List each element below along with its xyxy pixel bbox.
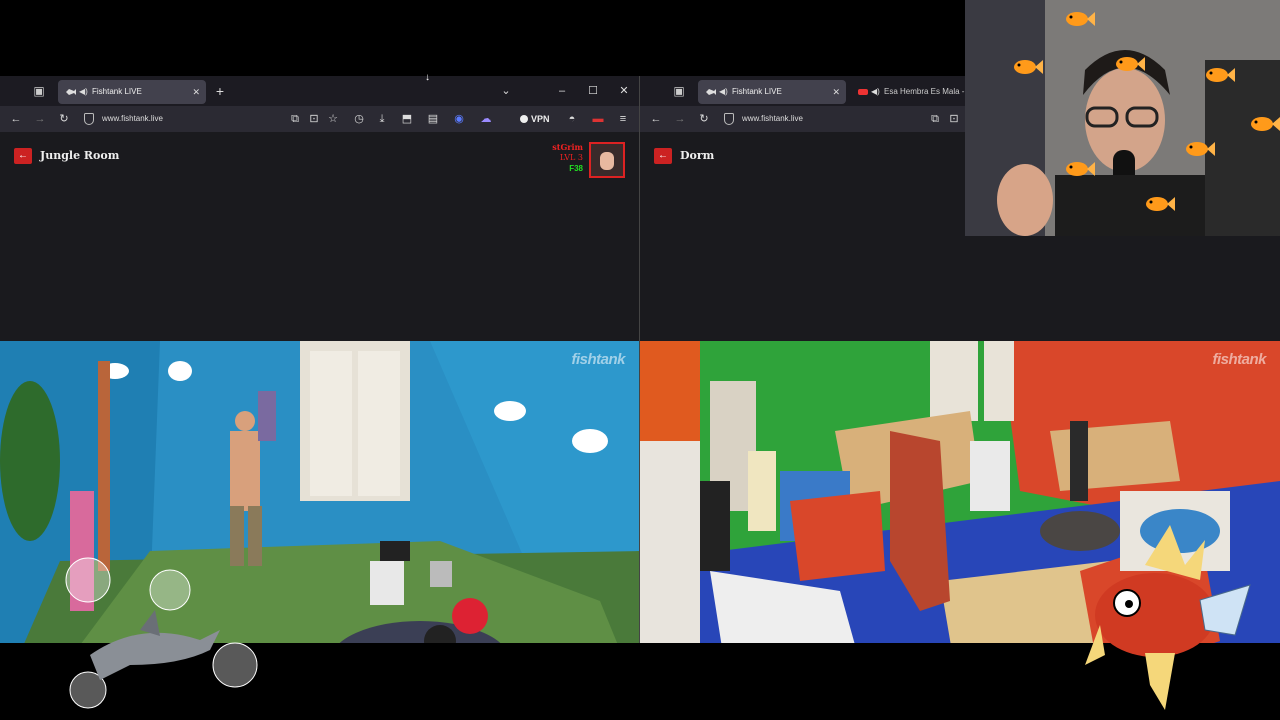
save-page-icon[interactable]: ⊡: [945, 110, 963, 128]
tab-list-icon[interactable]: ▣: [30, 82, 48, 100]
tab-title: Fishtank LIVE: [92, 87, 142, 96]
tab-bar: ▣ ◀) Fishtank LIVE ✕ + ⌄ – ☐ ✕: [0, 76, 639, 106]
jungle-room-camera-feed: [0, 341, 639, 643]
webcam-feed: [965, 0, 1280, 236]
fishtank-favicon-icon: [706, 89, 716, 95]
adblock-extension-icon[interactable]: ▤: [424, 110, 442, 128]
history-icon[interactable]: ◷: [350, 110, 368, 128]
close-tab-icon[interactable]: ✕: [192, 80, 200, 104]
streamer-webcam-overlay: [965, 0, 1280, 236]
tab-fishtank-live[interactable]: ◀) Fishtank LIVE ✕: [698, 80, 846, 104]
fishtank-watermark: fishtank: [1212, 351, 1266, 368]
bookmark-star-icon[interactable]: ☆: [324, 110, 342, 128]
tab-youtube[interactable]: ◀) Esa Hembra Es Mala - YouT: [850, 80, 970, 120]
close-window-icon[interactable]: ✕: [616, 82, 632, 100]
ublock-extension-icon[interactable]: ▬: [589, 110, 607, 128]
tab-list-icon[interactable]: ▣: [670, 82, 688, 100]
user-level: LVL 3: [559, 153, 583, 162]
dorm-camera-feed: [640, 341, 1280, 643]
url-text: www.fishtank.live: [742, 114, 803, 123]
speaker-icon[interactable]: ◀): [79, 80, 88, 104]
profile-extension-icon[interactable]: ◓: [563, 110, 581, 128]
screen: ▣ ◀) Fishtank LIVE ✕ + ⌄ – ☐ ✕ ← → ↻ www…: [0, 0, 1280, 720]
goldfish-icon: [1116, 57, 1145, 71]
url-text: www.fishtank.live: [102, 114, 163, 123]
avatar[interactable]: [589, 142, 625, 178]
cloud-extension-icon[interactable]: ☁: [477, 110, 495, 128]
username: stGrim: [552, 142, 583, 152]
browser-window-left: ▣ ◀) Fishtank LIVE ✕ + ⌄ – ☐ ✕ ← → ↻ www…: [0, 76, 640, 643]
goldfish-icon: [1066, 162, 1095, 176]
back-icon[interactable]: ←: [7, 110, 25, 128]
downloads-icon[interactable]: ⤓: [373, 110, 391, 128]
forward-icon[interactable]: →: [671, 110, 689, 128]
tab-fishtank-live[interactable]: ◀) Fishtank LIVE ✕: [58, 80, 206, 104]
record-extension-icon[interactable]: ◉: [450, 110, 468, 128]
speaker-icon[interactable]: ◀): [871, 80, 880, 104]
goldfish-icon: [1066, 12, 1095, 26]
extensions-icon[interactable]: ⬒: [398, 110, 416, 128]
fishtank-watermark: fishtank: [571, 351, 625, 368]
mouse-cursor-icon: ↓: [425, 72, 430, 83]
forward-icon[interactable]: →: [31, 110, 49, 128]
list-all-tabs-icon[interactable]: ⌄: [498, 82, 514, 100]
reload-icon[interactable]: ↻: [55, 110, 73, 128]
close-tab-icon[interactable]: ✕: [832, 80, 840, 104]
room-title: Dorm: [680, 149, 715, 162]
fishtank-page: ← Jungle Room stGrim LVL 3 F38 fishtank: [0, 132, 639, 643]
tracking-shield-icon[interactable]: [724, 113, 734, 125]
url-bar[interactable]: www.fishtank.live: [80, 109, 163, 129]
vpn-status-icon: [520, 115, 528, 123]
room-back-button[interactable]: ←: [14, 148, 32, 164]
speaker-icon[interactable]: ◀): [719, 80, 728, 104]
room-title: Jungle Room: [40, 149, 120, 162]
back-icon[interactable]: ←: [647, 110, 665, 128]
save-page-icon[interactable]: ⊡: [305, 110, 323, 128]
minimize-icon[interactable]: –: [554, 82, 570, 100]
vpn-button[interactable]: VPN: [520, 110, 550, 128]
live-video-jungle-room[interactable]: fishtank: [0, 341, 639, 643]
room-back-button[interactable]: ←: [654, 148, 672, 164]
youtube-favicon-icon: [858, 89, 868, 95]
user-badge[interactable]: stGrim LVL 3 F38: [543, 142, 625, 180]
tracking-shield-icon[interactable]: [84, 113, 94, 125]
hamburger-menu-icon[interactable]: ≡: [614, 110, 632, 128]
maximize-icon[interactable]: ☐: [585, 82, 601, 100]
fishtank-favicon-icon: [66, 89, 76, 95]
fish-count: F38: [569, 164, 583, 173]
goldfish-icon: [1146, 197, 1175, 211]
picture-in-picture-icon[interactable]: ⧉: [926, 110, 944, 128]
goldfish-icon: [1251, 117, 1280, 131]
goldfish-icon: [1186, 142, 1215, 156]
goldfish-icon: [1206, 68, 1235, 82]
tab-title: Fishtank LIVE: [732, 87, 782, 96]
url-bar[interactable]: www.fishtank.live: [720, 109, 803, 129]
goldfish-icon: [1014, 60, 1043, 74]
vpn-label: VPN: [531, 114, 550, 124]
new-tab-button[interactable]: +: [211, 82, 229, 100]
picture-in-picture-icon[interactable]: ⧉: [286, 110, 304, 128]
reload-icon[interactable]: ↻: [695, 110, 713, 128]
live-video-dorm[interactable]: fishtank: [640, 341, 1280, 643]
nav-bar: ← → ↻ www.fishtank.live ⧉ ⊡ ☆ ◷ ⤓ ⬒ ▤ ◉ …: [0, 106, 639, 132]
